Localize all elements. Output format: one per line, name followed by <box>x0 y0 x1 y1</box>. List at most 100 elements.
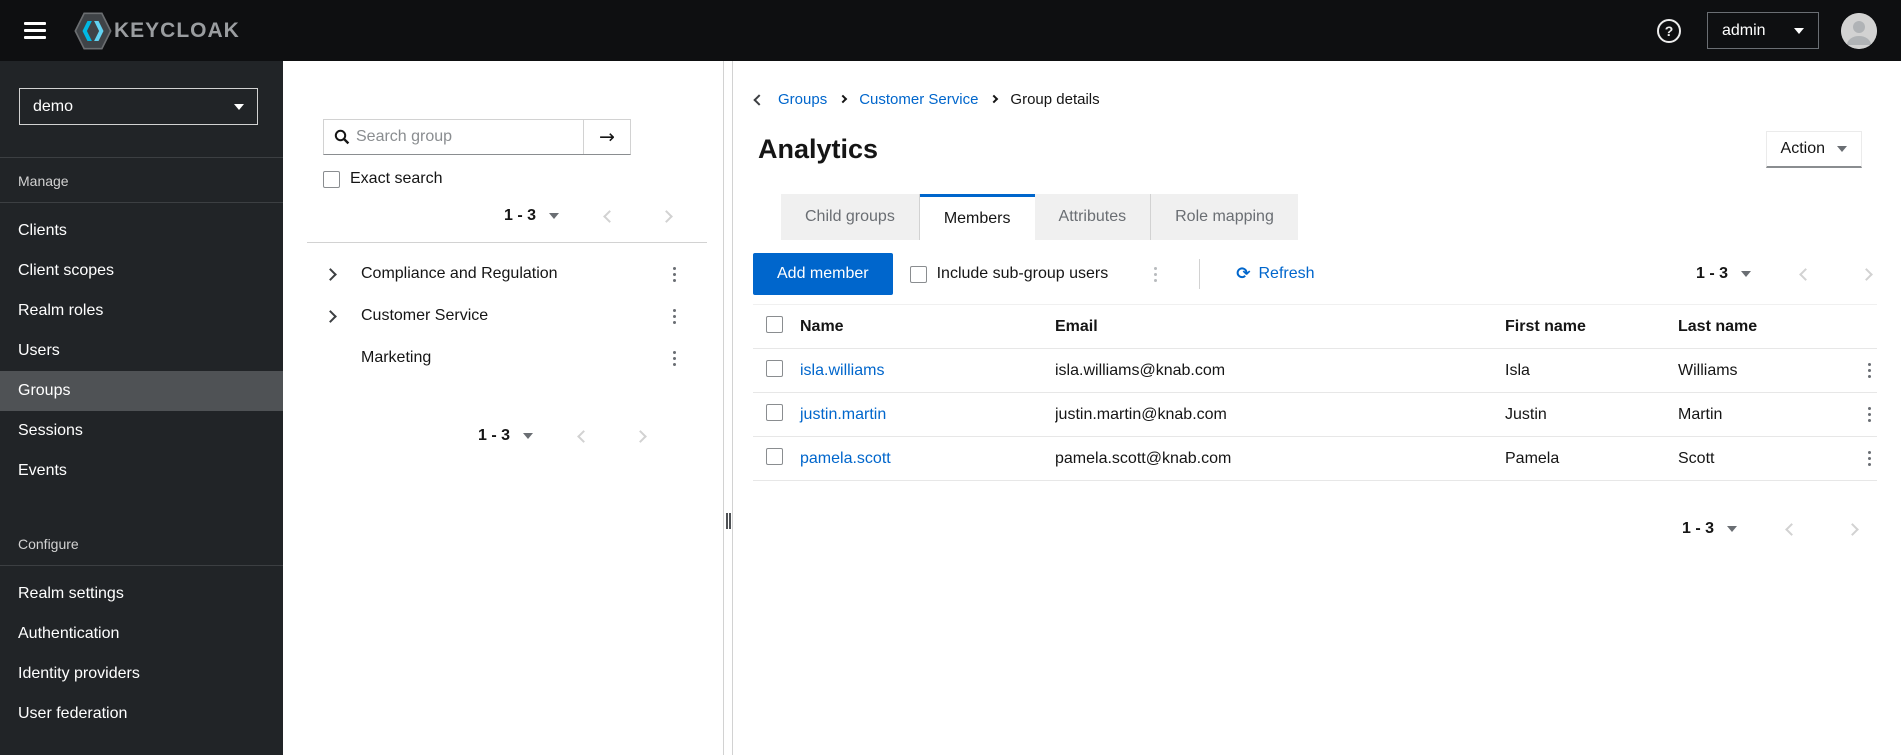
sidebar-item-clients[interactable]: Clients <box>0 211 283 251</box>
expand-chevron-icon[interactable] <box>324 309 352 324</box>
tree-pagination-bottom-next-button[interactable] <box>630 423 651 450</box>
members-pagination-bottom-prev-button[interactable] <box>1781 516 1802 543</box>
member-first-name: Isla <box>1505 361 1530 379</box>
realm-selector[interactable]: demo <box>19 88 258 125</box>
group-name[interactable]: Customer Service <box>361 307 667 325</box>
caret-down-icon <box>549 213 559 219</box>
member-name-link[interactable]: pamela.scott <box>800 450 1055 468</box>
include-subgroups-checkbox[interactable] <box>909 265 927 283</box>
group-tree-item-compliance-and-regulation: Compliance and Regulation <box>283 253 723 295</box>
sidebar-item-realm-roles[interactable]: Realm roles <box>0 291 283 331</box>
chevron-left-icon <box>577 429 590 443</box>
tree-pagination-top-menu-toggle[interactable]: 1 - 3 <box>500 203 563 229</box>
member-last-name: Williams <box>1678 361 1738 379</box>
row-checkbox-cell <box>753 359 800 382</box>
avatar[interactable] <box>1841 12 1877 49</box>
row-kebab-button[interactable] <box>1862 403 1877 426</box>
row-checkbox[interactable] <box>766 359 783 377</box>
caret-down-icon <box>1794 27 1804 34</box>
members-pagination-top: 1 - 3 <box>1692 261 1877 288</box>
tree-divider <box>307 242 707 243</box>
tree-pagination-bottom-menu-toggle[interactable]: 1 - 3 <box>474 423 537 449</box>
nav-section-label-configure: Configure <box>18 536 79 552</box>
tree-pagination-top-prev-button[interactable] <box>599 203 620 230</box>
tab-members[interactable]: Members <box>919 194 1035 240</box>
search-submit-button[interactable]: → <box>583 120 630 154</box>
member-last-name: Martin <box>1678 405 1723 423</box>
members-table: Name Email First name Last name isla.willia… <box>753 304 1877 481</box>
refresh-button[interactable]: ⟳ Refresh <box>1236 265 1314 283</box>
chevron-right-icon <box>1860 267 1873 281</box>
sidebar-item-events[interactable]: Events <box>0 451 283 491</box>
exact-search-row: Exact search <box>323 170 723 188</box>
row-kebab-button[interactable] <box>1862 359 1877 382</box>
member-name-link[interactable]: justin.martin <box>800 406 1055 424</box>
caret-down-icon <box>1727 526 1737 532</box>
sidebar-item-identity-providers[interactable]: Identity providers <box>0 654 283 694</box>
row-kebab-button[interactable] <box>1862 447 1877 470</box>
group-kebab-button[interactable] <box>667 263 682 286</box>
group-kebab-button[interactable] <box>667 347 682 370</box>
tab-child-groups[interactable]: Child groups <box>781 194 920 240</box>
tab-role-mapping[interactable]: Role mapping <box>1151 194 1298 240</box>
chevron-right-icon <box>634 429 647 443</box>
panel-resize-handle[interactable] <box>723 61 733 755</box>
sidebar-item-client-scopes[interactable]: Client scopes <box>0 251 283 291</box>
action-dropdown-button[interactable]: Action <box>1765 131 1862 168</box>
sidebar-item-authentication[interactable]: Authentication <box>0 614 283 654</box>
sidebar-item-sessions[interactable]: Sessions <box>0 411 283 451</box>
group-name[interactable]: Compliance and Regulation <box>361 265 667 283</box>
members-pagination-bottom-next-button[interactable] <box>1842 516 1863 543</box>
sidebar-item-realm-settings[interactable]: Realm settings <box>0 574 283 614</box>
members-pagination-bottom-menu-toggle[interactable]: 1 - 3 <box>1678 516 1741 542</box>
nav-section-gap <box>0 491 283 521</box>
brand-text: KEYCLOAK <box>114 18 240 42</box>
chevron-left-icon <box>1799 267 1812 281</box>
members-pagination-top-prev-button[interactable] <box>1795 261 1816 288</box>
user-dropdown[interactable]: admin <box>1707 12 1819 49</box>
member-name-link[interactable]: isla.williams <box>800 362 1055 380</box>
sidebar-sections: Manage Clients Client scopes Realm roles Use… <box>0 157 283 734</box>
breadcrumb-item-customer-service[interactable]: Customer Service <box>859 91 978 108</box>
keycloak-hexagon-icon <box>74 10 112 52</box>
breadcrumb-item-groups[interactable]: Groups <box>778 91 827 108</box>
exact-search-checkbox[interactable] <box>323 170 340 188</box>
members-pagination-top-range: 1 - 3 <box>1695 265 1728 282</box>
members-pagination-top-menu-toggle[interactable]: 1 - 3 <box>1692 261 1755 287</box>
group-kebab-button[interactable] <box>667 305 682 328</box>
tab-attributes[interactable]: Attributes <box>1034 194 1152 240</box>
tree-pagination-top-next-button[interactable] <box>656 203 677 230</box>
column-header-first-name: First name <box>1505 317 1586 335</box>
nav-section-label-manage: Manage <box>18 173 69 189</box>
caret-down-icon <box>234 103 244 110</box>
members-pagination-bottom-range: 1 - 3 <box>1681 520 1714 537</box>
group-name[interactable]: Marketing <box>361 349 667 367</box>
members-pagination-top-next-button[interactable] <box>1856 261 1877 288</box>
tree-pagination-bottom-prev-button[interactable] <box>573 423 594 450</box>
row-checkbox-cell <box>753 447 800 470</box>
expand-chevron-icon[interactable] <box>324 267 352 282</box>
help-icon[interactable]: ? <box>1657 18 1681 43</box>
members-pagination-bottom: 1 - 3 <box>753 507 1863 551</box>
breadcrumb-separator-icon <box>990 94 999 104</box>
group-tree-item-marketing: Marketing <box>283 337 723 379</box>
nav-list: Realm settings Authentication Identity pro… <box>0 574 283 734</box>
sidebar-item-users[interactable]: Users <box>0 331 283 371</box>
search-input[interactable] <box>350 120 583 154</box>
add-member-button[interactable]: Add member <box>753 253 893 295</box>
collapse-drawer-icon[interactable] <box>753 92 765 107</box>
tree-pagination-bottom: 1 - 3 <box>283 421 651 451</box>
group-tree-panel: → Exact search 1 - 3 Compliance and Regu… <box>283 61 723 755</box>
nav-divider <box>0 565 283 566</box>
table-row: isla.williams isla.williams@knab.com Isla W… <box>753 349 1877 393</box>
chevron-left-icon <box>1785 522 1798 536</box>
row-checkbox[interactable] <box>766 403 783 421</box>
sidebar-item-user-federation[interactable]: User federation <box>0 694 283 734</box>
hamburger-menu-button[interactable] <box>24 22 46 39</box>
select-all-checkbox[interactable] <box>766 315 783 333</box>
row-checkbox[interactable] <box>766 447 783 465</box>
sidebar-item-groups[interactable]: Groups <box>0 371 283 411</box>
tabs: Child groups Members Attributes Role mappin… <box>781 194 1877 240</box>
keycloak-logo[interactable]: KEYCLOAK <box>74 10 240 52</box>
toolbar-kebab-button[interactable] <box>1148 263 1163 286</box>
